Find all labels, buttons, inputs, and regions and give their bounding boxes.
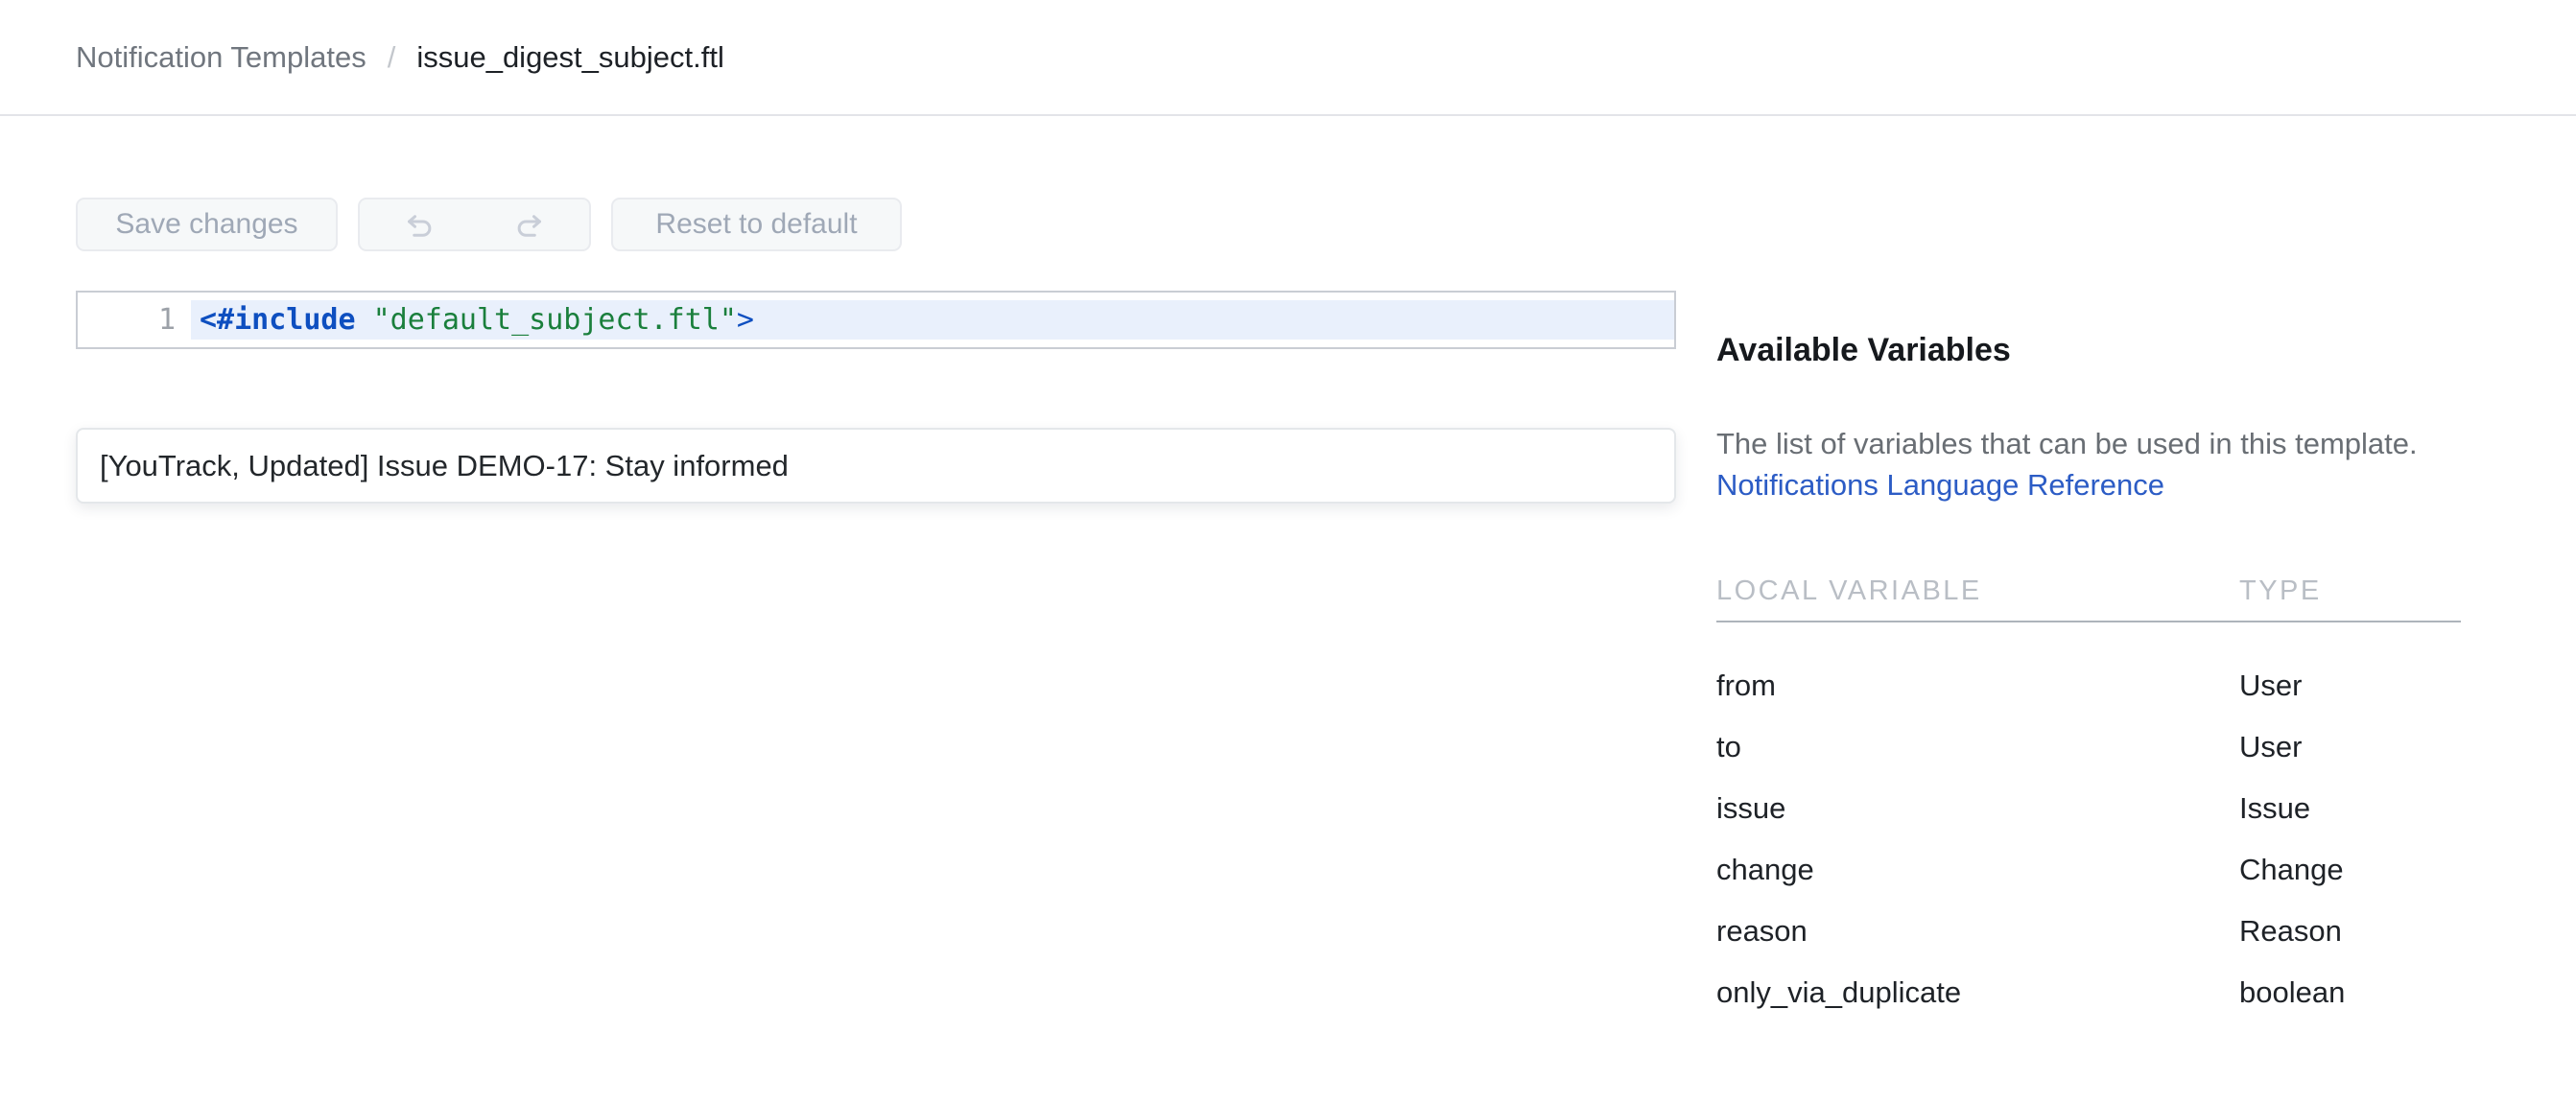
table-row: only_via_duplicate boolean [1716, 962, 2461, 1023]
table-row: to User [1716, 716, 2461, 778]
variable-type: Issue [2239, 791, 2461, 826]
variable-type: User [2239, 730, 2461, 764]
variable-type: Change [2239, 853, 2461, 887]
template-preview-box: [YouTrack, Updated] Issue DEMO-17: Stay … [76, 428, 1676, 504]
code-directive-close: > [737, 303, 754, 337]
save-changes-button[interactable]: Save changes [76, 198, 338, 251]
undo-redo-button-group [358, 198, 591, 251]
breadcrumb-bar: Notification Templates / issue_digest_su… [0, 0, 2576, 116]
variables-table-body: from User to User issue Issue change Cha… [1716, 622, 2461, 1023]
table-row: issue Issue [1716, 778, 2461, 839]
available-variables-panel: Available Variables The list of variable… [1716, 327, 2461, 1023]
table-row: change Change [1716, 839, 2461, 901]
breadcrumb: Notification Templates / issue_digest_su… [76, 40, 724, 75]
variable-type: boolean [2239, 975, 2461, 1010]
undo-button[interactable] [402, 207, 437, 242]
breadcrumb-current-file: issue_digest_subject.ftl [416, 40, 724, 75]
variables-table-header: LOCAL VARIABLE TYPE [1716, 575, 2461, 622]
code-space [356, 303, 373, 337]
column-header-type: TYPE [2239, 575, 2461, 607]
undo-icon [402, 207, 437, 242]
variable-name: change [1716, 853, 2239, 887]
active-code-line[interactable]: <#include "default_subject.ftl"> [191, 300, 1674, 340]
notification-template-editor-page: Notification Templates / issue_digest_su… [0, 0, 2576, 1103]
variable-type: User [2239, 669, 2461, 703]
redo-icon [512, 207, 547, 242]
code-directive-open: <#include [200, 303, 356, 337]
line-number: 1 [78, 300, 191, 340]
preview-text: [YouTrack, Updated] Issue DEMO-17: Stay … [100, 449, 789, 483]
code-string: "default_subject.ftl" [373, 303, 737, 337]
table-row: from User [1716, 655, 2461, 716]
reset-to-default-button[interactable]: Reset to default [611, 198, 902, 251]
notifications-language-reference-link[interactable]: Notifications Language Reference [1716, 464, 2164, 505]
variable-name: only_via_duplicate [1716, 975, 2239, 1010]
column-header-local-variable: LOCAL VARIABLE [1716, 575, 2239, 607]
variable-name: from [1716, 669, 2239, 703]
redo-button[interactable] [512, 207, 547, 242]
table-row: reason Reason [1716, 901, 2461, 962]
breadcrumb-separator: / [388, 40, 396, 75]
variables-table: LOCAL VARIABLE TYPE from User to User is… [1716, 575, 2461, 1023]
available-variables-description: The list of variables that can be used i… [1716, 423, 2461, 464]
editor-toolbar: Save changes Reset to de [76, 198, 902, 251]
variable-name: to [1716, 730, 2239, 764]
variable-name: reason [1716, 914, 2239, 949]
variable-type: Reason [2239, 914, 2461, 949]
available-variables-title: Available Variables [1716, 327, 2461, 373]
variable-name: issue [1716, 791, 2239, 826]
code-line: 1 <#include "default_subject.ftl"> [78, 300, 1674, 340]
template-code-editor[interactable]: 1 <#include "default_subject.ftl"> [76, 291, 1676, 349]
breadcrumb-notification-templates-link[interactable]: Notification Templates [76, 40, 366, 75]
